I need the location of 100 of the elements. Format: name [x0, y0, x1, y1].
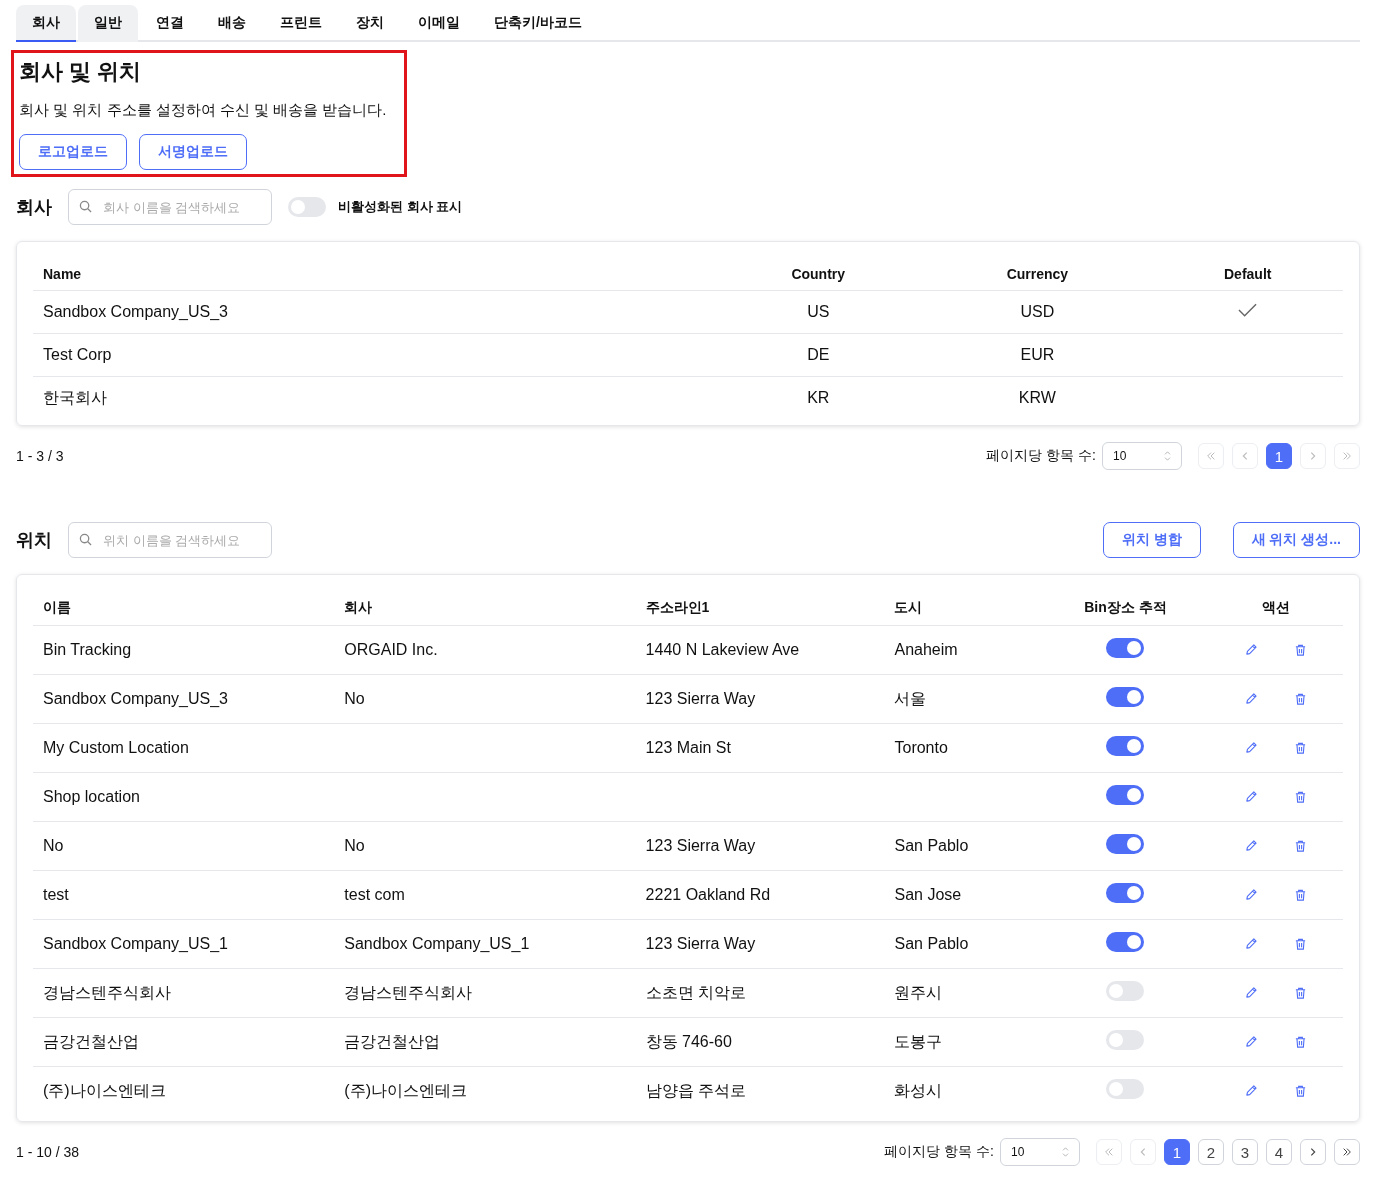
page-button[interactable]: 4 — [1266, 1139, 1292, 1165]
tab[interactable]: 프린트 — [264, 5, 338, 42]
table-cell: San Pablo — [894, 837, 969, 854]
table-cell: No — [43, 837, 64, 854]
column-header: 회사 — [334, 591, 636, 626]
table-cell: 남양읍 주석로 — [645, 1081, 747, 1099]
table-cell: San Jose — [894, 886, 962, 903]
table-cell: test com — [344, 886, 405, 903]
table-cell: My Custom Location — [43, 739, 189, 756]
pencil-icon[interactable] — [1245, 643, 1258, 656]
tab[interactable]: 이메일 — [402, 5, 476, 42]
toggle-switch[interactable] — [1106, 1079, 1145, 1099]
toggle-switch[interactable] — [1106, 736, 1145, 756]
pencil-icon[interactable] — [1245, 888, 1258, 901]
table-cell: Sandbox Company_US_3 — [43, 303, 228, 320]
pencil-icon[interactable] — [1245, 937, 1258, 950]
toggle-switch[interactable] — [1106, 834, 1145, 854]
table-cell: 123 Sierra Way — [645, 837, 756, 854]
column-header: Country — [714, 258, 923, 291]
table-cell: 소초면 치악로 — [645, 983, 747, 1001]
table-cell: 2221 Oakland Rd — [645, 886, 771, 903]
trash-icon[interactable] — [1294, 643, 1307, 657]
tab[interactable]: 배송 — [202, 5, 262, 42]
location-button[interactable]: 위치 병합 — [1102, 522, 1201, 558]
table-cell: Anaheim — [894, 641, 958, 658]
chevron-right-icon — [1308, 1147, 1318, 1157]
tab[interactable]: 장치 — [340, 5, 400, 42]
table-cell: 창동 746-60 — [645, 1032, 732, 1050]
table-cell: Test Corp — [43, 346, 112, 363]
search-field[interactable]: 위치 이름을 검색하세요 — [68, 522, 272, 558]
upload-button[interactable]: 서명업로드 — [139, 134, 247, 170]
tab[interactable]: 단축키/바코드 — [478, 5, 598, 42]
table-cell: Bin Tracking — [43, 641, 132, 658]
tab[interactable]: 회사 — [16, 5, 76, 42]
per-page-select[interactable]: 10 — [1000, 1138, 1080, 1166]
pencil-icon[interactable] — [1245, 741, 1258, 754]
upload-button[interactable]: 로고업로드 — [19, 134, 127, 170]
table-cell: ORGAID Inc. — [344, 641, 438, 658]
table-cell: 경남스텐주식회사 — [344, 983, 473, 1001]
chevron-left-icon — [1240, 451, 1250, 461]
tab[interactable]: 연결 — [140, 5, 200, 42]
page-description: 회사 및 위치 주소를 설정하여 수신 및 배송을 받습니다. — [19, 101, 388, 120]
toggle-switch[interactable] — [1106, 981, 1145, 1001]
toggle-switch[interactable] — [1106, 638, 1145, 658]
trash-icon[interactable] — [1294, 839, 1307, 853]
trash-icon[interactable] — [1294, 888, 1307, 902]
tab[interactable]: 일반 — [78, 5, 138, 42]
sort-arrows-icon — [1062, 1147, 1069, 1157]
pencil-icon[interactable] — [1245, 1084, 1258, 1097]
trash-icon[interactable] — [1294, 692, 1307, 706]
table-cell: Sandbox Company_US_3 — [43, 690, 228, 707]
page-button[interactable]: 1 — [1266, 443, 1292, 469]
page-button[interactable]: 3 — [1232, 1139, 1258, 1165]
toggle-switch[interactable] — [1106, 883, 1145, 903]
table-cell: 123 Sierra Way — [645, 935, 756, 952]
column-header: 액션 — [1209, 591, 1343, 626]
table-cell: (주)나이스엔테크 — [344, 1081, 467, 1099]
table-cell: (주)나이스엔테크 — [43, 1081, 166, 1099]
chevron-left-icon — [1138, 1147, 1148, 1157]
search-field[interactable]: 회사 이름을 검색하세요 — [68, 189, 272, 225]
table-cell: 경남스텐주식회사 — [43, 983, 171, 1001]
per-page-label: 페이지당 항목 수: — [884, 1143, 994, 1161]
pencil-icon[interactable] — [1245, 1035, 1258, 1048]
table-cell: EUR — [1020, 346, 1055, 363]
trash-icon[interactable] — [1294, 986, 1307, 1000]
table-cell: 1440 N Lakeview Ave — [645, 641, 800, 658]
column-header: Default — [1152, 258, 1343, 291]
table-cell: 123 Sierra Way — [645, 690, 756, 707]
table-cell: test — [43, 886, 69, 903]
trash-icon[interactable] — [1294, 741, 1307, 755]
pagination-range: 1 - 10 / 38 — [16, 1144, 80, 1160]
table-cell: San Pablo — [894, 935, 969, 952]
toggle-switch[interactable] — [1106, 932, 1145, 952]
trash-icon[interactable] — [1294, 790, 1307, 804]
page-button[interactable]: 1 — [1164, 1139, 1190, 1165]
double-chevron-left-icon — [1104, 1147, 1114, 1157]
pencil-icon[interactable] — [1245, 790, 1258, 803]
section-title: 회사 — [16, 196, 52, 219]
trash-icon[interactable] — [1294, 937, 1307, 951]
double-chevron-right-icon — [1342, 451, 1352, 461]
trash-icon[interactable] — [1294, 1035, 1307, 1049]
table-cell: USD — [1020, 303, 1055, 320]
page-button[interactable]: 2 — [1198, 1139, 1224, 1165]
pencil-icon[interactable] — [1245, 692, 1258, 705]
trash-icon[interactable] — [1294, 1084, 1307, 1098]
table-cell: Sandbox Company_US_1 — [344, 935, 530, 952]
pencil-icon[interactable] — [1245, 986, 1258, 999]
table-cell: 원주시 — [894, 983, 943, 1001]
toggle-switch[interactable] — [288, 197, 326, 217]
toggle-switch[interactable] — [1106, 687, 1145, 707]
toggle-switch[interactable] — [1106, 785, 1145, 805]
pagination-range: 1 - 3 / 3 — [16, 448, 64, 464]
location-button[interactable]: 새 위치 생성... — [1232, 522, 1360, 558]
search-icon — [79, 533, 92, 546]
table-cell: US — [807, 303, 830, 320]
toggle-switch[interactable] — [1106, 1030, 1145, 1050]
table-cell: 금강건철산업 — [344, 1032, 441, 1050]
table-cell: No — [344, 837, 365, 854]
per-page-select[interactable]: 10 — [1102, 442, 1182, 470]
pencil-icon[interactable] — [1245, 839, 1258, 852]
